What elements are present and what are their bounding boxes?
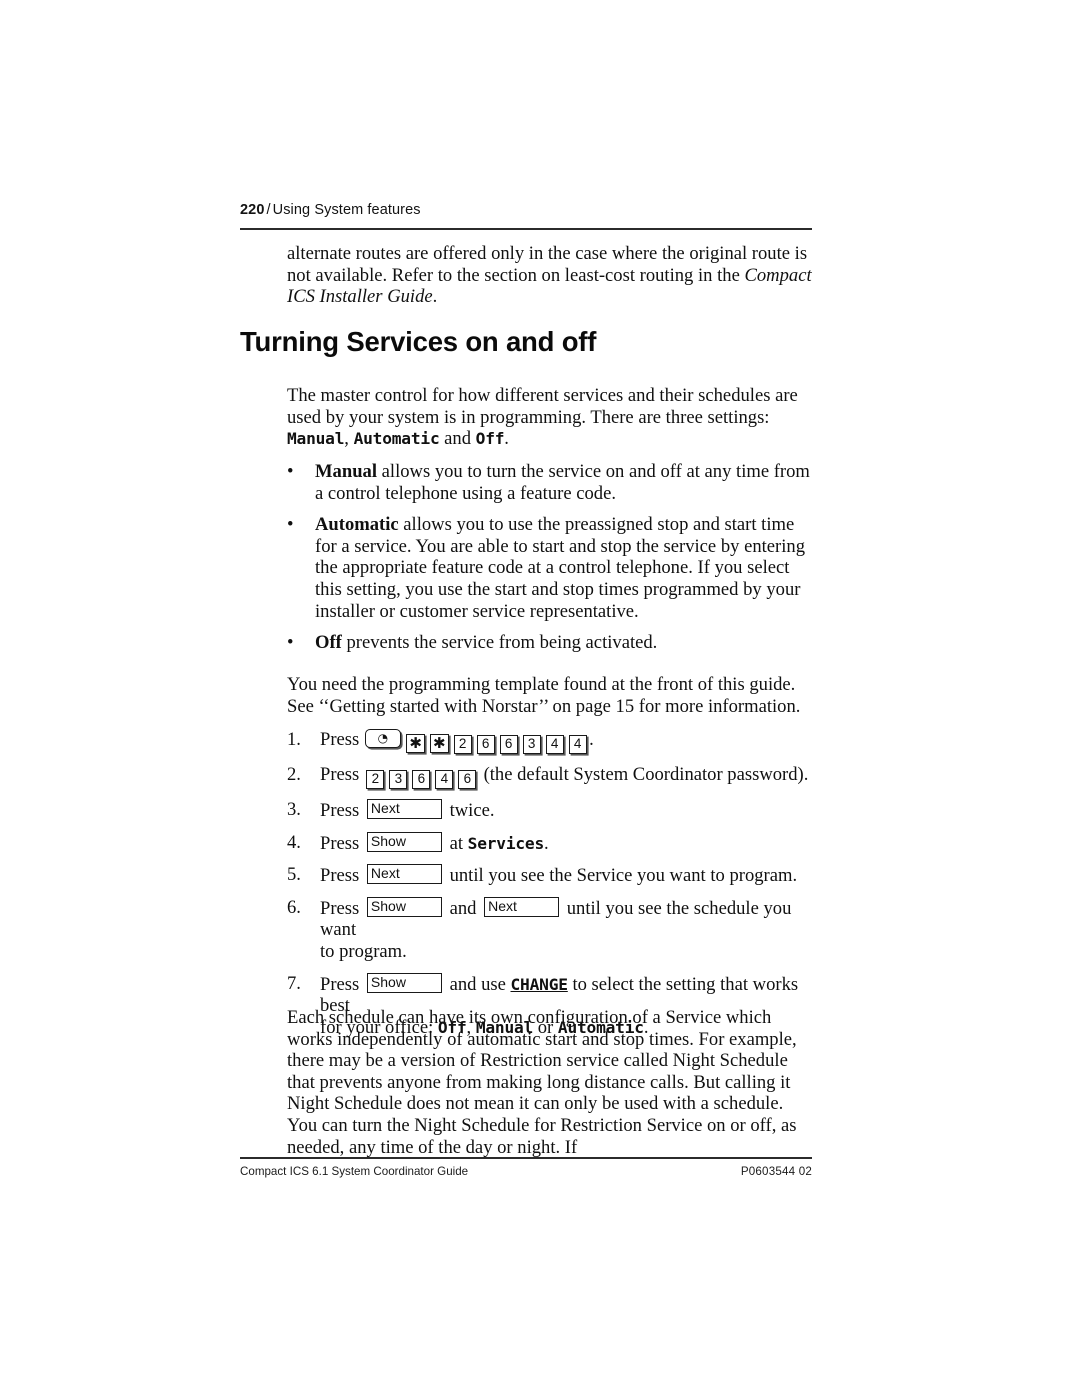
lead-comma: , <box>344 428 354 450</box>
step-4-mid-text: at <box>449 832 468 854</box>
intro-block: alternate routes are offered only in the… <box>287 243 812 308</box>
bullet-lead-term: Automatic <box>315 514 399 536</box>
lead-end: . <box>504 428 509 450</box>
digit-key[interactable]: 3 <box>389 770 408 789</box>
step-6: 6. Press Show and Next until you see the … <box>287 896 812 963</box>
list-item: • Manual allows you to turn the service o… <box>287 461 812 504</box>
bullet-icon: • <box>287 461 294 482</box>
step-press-label: Press <box>320 764 360 785</box>
step-press-label: Press <box>320 897 360 919</box>
digit-key[interactable]: 6 <box>412 770 431 789</box>
star-key[interactable]: ✱ <box>430 734 449 753</box>
digit-key[interactable]: 6 <box>458 770 477 789</box>
feature-key[interactable]: ◔ <box>364 729 401 748</box>
lead-paragraph: The master control for how different ser… <box>287 385 812 450</box>
running-header-title: Using System features <box>272 202 421 218</box>
running-header-separator: / <box>266 202 271 218</box>
digit-key[interactable]: 3 <box>522 735 541 754</box>
closing-block: Each schedule can have its own configura… <box>287 1007 812 1158</box>
lead-block: The master control for how different ser… <box>287 385 812 450</box>
procedure-steps-list: 1. Press ◔ ✱ ✱ 2 6 6 3 4 4. 2. Press 23646 (the de… <box>287 729 812 1038</box>
digit-key[interactable]: 4 <box>568 735 587 754</box>
setting-manual: Manual <box>287 429 345 449</box>
procedure-steps-block: 1. Press ◔ ✱ ✱ 2 6 6 3 4 4. 2. Press 23646 (the de… <box>287 729 812 1038</box>
softkey-change[interactable]: CHANGE <box>511 975 568 994</box>
star-key[interactable]: ✱ <box>406 734 425 753</box>
step-1: 1. Press ◔ ✱ ✱ 2 6 6 3 4 4. <box>287 729 812 754</box>
step-3-trailing-text: twice. <box>449 800 495 821</box>
display-word-services: Services <box>467 833 545 853</box>
closing-paragraph: Each schedule can have its own configura… <box>287 1007 797 1158</box>
document-page: 220/Using System features alternate rout… <box>0 0 1080 1397</box>
template-note-block: You need the programming template found … <box>287 674 812 717</box>
template-note-paragraph: You need the programming template found … <box>287 674 801 717</box>
bullet-text: allows you to turn the service on and of… <box>315 461 810 504</box>
step-2-trailing-text: (the default System Coordinator password… <box>483 764 809 785</box>
step-1-key-sequence: ◔ ✱ ✱ 2 6 6 3 4 4 <box>364 729 589 754</box>
step-5: 5. Press Next until you see the Service y… <box>287 864 812 887</box>
step-2: 2. Press 23646 (the default System Coordi… <box>287 764 812 789</box>
step-press-label: Press <box>320 832 360 854</box>
running-header: 220/Using System features <box>240 202 812 218</box>
step-number: 7. <box>287 972 301 994</box>
digit-key[interactable]: 4 <box>545 735 564 754</box>
step-6-second-line: to program. <box>320 940 407 962</box>
step-number: 5. <box>287 864 301 886</box>
digit-key[interactable]: 2 <box>453 735 472 754</box>
step-number: 3. <box>287 799 301 820</box>
display-button-next[interactable]: Next <box>484 896 560 917</box>
step-press-label: Press <box>320 800 360 821</box>
bullet-icon: • <box>287 632 294 654</box>
header-rule <box>240 228 812 230</box>
section-title: Turning Services on and off <box>240 326 597 357</box>
step-number: 4. <box>287 831 301 853</box>
bullet-icon: • <box>287 514 294 536</box>
settings-bullet-block: • Manual allows you to turn the service o… <box>287 461 812 654</box>
footer-guide-title: Compact ICS 6.1 System Coordinator Guide <box>240 1165 469 1178</box>
footer-document-number: P0603544 02 <box>740 1165 812 1178</box>
display-button-show[interactable]: Show <box>366 896 442 917</box>
step-press-label: Press <box>320 865 360 887</box>
step-5-trailing-text: until you see the Service you want to pr… <box>449 865 798 887</box>
lead-and: and <box>439 428 476 450</box>
step-number: 2. <box>287 764 301 785</box>
step-3: 3. Press Next twice. <box>287 799 812 822</box>
page-footer: Compact ICS 6.1 System Coordinator Guide… <box>240 1165 812 1178</box>
display-button-show[interactable]: Show <box>366 831 442 852</box>
page-number: 220 <box>240 202 265 218</box>
step-6-conjunction: and <box>449 897 477 919</box>
intro-paragraph-period: . <box>432 286 438 308</box>
display-button-next[interactable]: Next <box>366 864 442 885</box>
bullet-lead-term: Manual <box>315 461 377 482</box>
setting-automatic: Automatic <box>353 429 440 449</box>
step-4: 4. Press Show at Services. <box>287 831 812 855</box>
display-button-show[interactable]: Show <box>366 972 442 993</box>
step-4-trailing-text: . <box>544 832 549 854</box>
list-item: • Automatic allows you to use the preassi… <box>287 514 812 622</box>
setting-off: Off <box>475 429 505 449</box>
bullet-text: prevents the service from being activate… <box>341 632 658 654</box>
step-7-mid-text: and use <box>449 973 511 995</box>
digit-key[interactable]: 4 <box>435 770 454 789</box>
list-item: • Off prevents the service from being act… <box>287 632 812 654</box>
step-1-trailing-text: . <box>589 729 594 750</box>
step-number: 6. <box>287 896 301 918</box>
step-2-key-sequence: 23646 <box>364 764 479 789</box>
digit-key[interactable]: 2 <box>366 770 385 789</box>
step-press-label: Press <box>320 973 360 995</box>
digit-key[interactable]: 6 <box>476 735 495 754</box>
bullet-lead-term: Off <box>315 632 342 654</box>
feature-icon: ◔ <box>377 731 389 745</box>
footer-rule <box>240 1157 812 1159</box>
digit-key[interactable]: 6 <box>499 735 518 754</box>
settings-bullet-list: • Manual allows you to turn the service o… <box>287 461 812 654</box>
lead-paragraph-text: The master control for how different ser… <box>287 385 798 428</box>
intro-paragraph: alternate routes are offered only in the… <box>287 243 812 308</box>
step-press-label: Press <box>320 729 360 750</box>
display-button-next[interactable]: Next <box>366 799 442 819</box>
step-number: 1. <box>287 729 301 750</box>
intro-paragraph-text: alternate routes are offered only in the… <box>287 243 808 286</box>
